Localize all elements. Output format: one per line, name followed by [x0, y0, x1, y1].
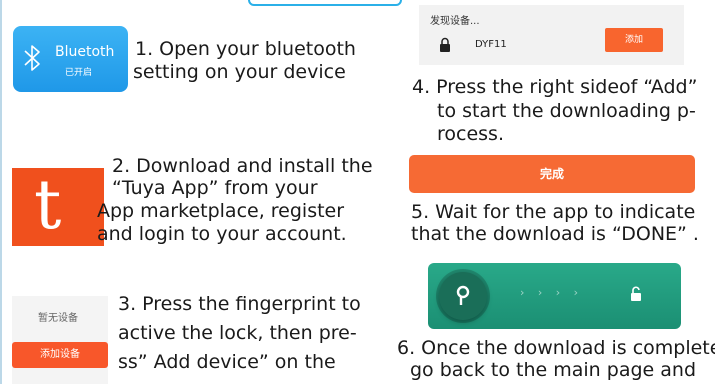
step2-line2: “Tuya App” from your [112, 177, 318, 199]
step2-line1: 2. Download and install the [112, 155, 373, 177]
page-left-border [0, 0, 2, 384]
step6-line2: go back to the main page and [410, 359, 697, 381]
step4-line2: to start the downloading p- [437, 100, 696, 122]
step3-line3: ss” Add device” on the [118, 351, 336, 373]
lock-icon [440, 37, 450, 52]
step4-line1: 4. Press the right sideof “Add” [412, 76, 698, 98]
add-button[interactable]: 添加 [605, 28, 663, 52]
bluetooth-toggle-tile[interactable]: Bluetoth 已开启 [13, 26, 128, 92]
step4-line3: rocess. [437, 123, 504, 145]
step2-line4: and login to your account. [97, 223, 347, 245]
unlock-slider[interactable]: › › › › [428, 263, 681, 329]
bluetooth-status: 已开启 [65, 68, 93, 78]
done-button[interactable]: 完成 [409, 155, 695, 193]
tuya-logo-letter: t [34, 166, 62, 245]
tuya-app-icon: t [12, 166, 104, 246]
bluetooth-icon [24, 45, 40, 71]
bluetooth-label: Bluetoth [55, 44, 115, 60]
app-home-screen-preview: 暂无设备 添加设备 [12, 296, 108, 384]
add-device-button[interactable]: 添加设备 [12, 342, 108, 368]
device-name: DYF11 [475, 39, 507, 50]
no-device-text: 暂无设备 [38, 313, 78, 324]
slider-knob[interactable] [439, 272, 487, 320]
key-icon [456, 285, 470, 305]
step1-line2: setting on your device [133, 61, 346, 83]
step6-line1: 6. Once the download is complete [397, 337, 715, 359]
step2-line3: App marketplace, register [97, 200, 345, 222]
top-tab-decoration [248, 0, 402, 6]
step3-line1: 3. Press the fingerprint to [118, 293, 361, 315]
step1-line1: 1. Open your bluetooth [135, 38, 356, 60]
step5-line1: 5. Wait for the app to indicate [411, 201, 696, 223]
unlock-icon [631, 286, 641, 301]
step5-line2: that the download is “DONE” . [411, 223, 699, 245]
step3-line2: active the lock, then pre- [118, 322, 357, 344]
discovered-device-card: 发现设备... DYF11 添加 [419, 5, 684, 65]
slide-arrows: › › › › [520, 286, 584, 299]
discover-title: 发现设备... [430, 16, 480, 27]
